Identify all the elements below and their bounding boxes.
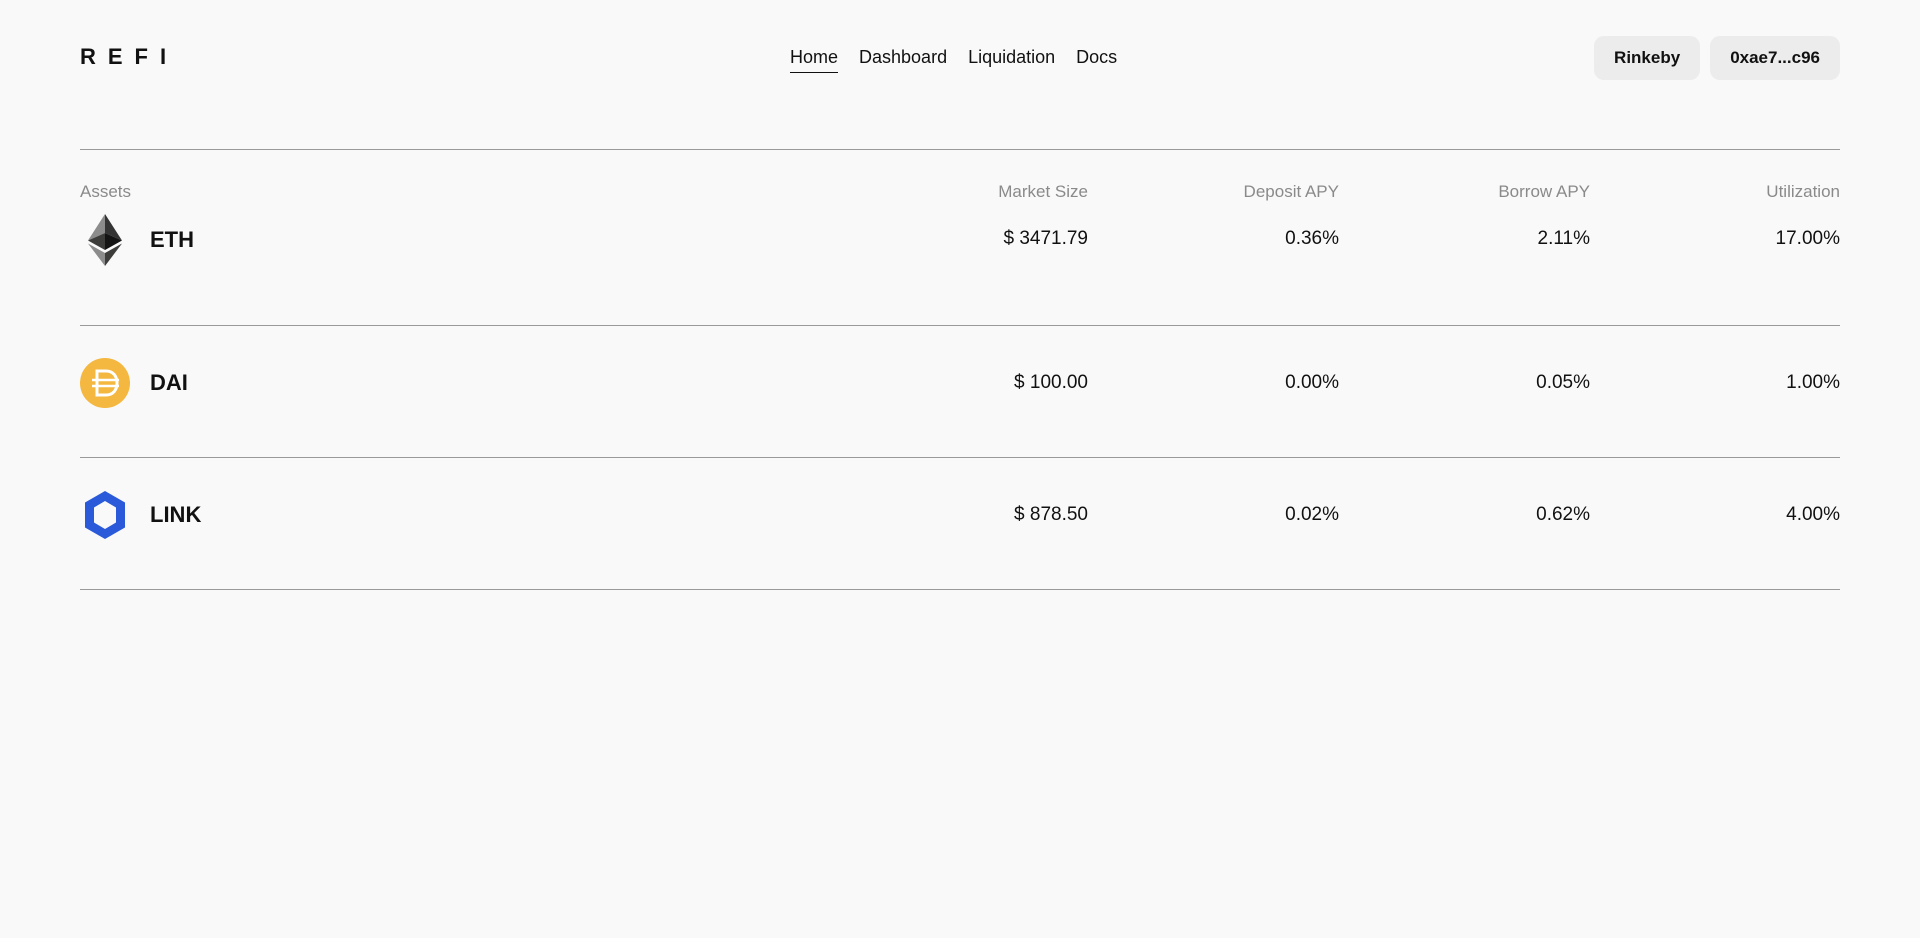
app-page: REFI Home Dashboard Liquidation Docs Rin… xyxy=(0,0,1920,938)
deposit-apy-value: 0.36% xyxy=(1285,228,1339,249)
asset-cell: ETH xyxy=(80,214,194,266)
nav-liquidation[interactable]: Liquidation xyxy=(968,46,1055,73)
market-size-value: $ 3471.79 xyxy=(1003,228,1088,249)
market-size-value: $ 878.50 xyxy=(1014,504,1088,525)
column-header-utilization: Utilization xyxy=(1766,182,1840,201)
table-header: Assets Market Size Deposit APY Borrow AP… xyxy=(80,150,1840,214)
deposit-apy-value: 0.02% xyxy=(1285,504,1339,525)
utilization-value: 17.00% xyxy=(1775,228,1840,249)
network-button[interactable]: Rinkeby xyxy=(1594,36,1701,80)
header-actions: Rinkeby 0xae7...c96 xyxy=(1594,36,1840,80)
wallet-address-button[interactable]: 0xae7...c96 xyxy=(1710,36,1840,80)
dai-icon xyxy=(80,358,130,408)
markets-table: Assets Market Size Deposit APY Borrow AP… xyxy=(80,149,1840,590)
market-size-value: $ 100.00 xyxy=(1014,372,1088,393)
link-icon xyxy=(80,490,130,540)
utilization-value: 1.00% xyxy=(1786,372,1840,393)
borrow-apy-value: 0.05% xyxy=(1536,372,1590,393)
borrow-apy-value: 0.62% xyxy=(1536,504,1590,525)
column-header-deposit-apy: Deposit APY xyxy=(1243,182,1339,201)
asset-name: DAI xyxy=(150,370,188,395)
column-header-borrow-apy: Borrow APY xyxy=(1498,182,1590,201)
eth-icon xyxy=(80,214,130,266)
table-row-link[interactable]: LINK $ 878.50 0.02% 0.62% 4.00% xyxy=(80,458,1840,590)
refi-logo[interactable]: REFI xyxy=(80,45,178,69)
borrow-apy-value: 2.11% xyxy=(1537,228,1590,249)
table-row-dai[interactable]: DAI $ 100.00 0.00% 0.05% 1.00% xyxy=(80,326,1840,458)
deposit-apy-value: 0.00% xyxy=(1285,372,1339,393)
utilization-value: 4.00% xyxy=(1786,504,1840,525)
nav-dashboard[interactable]: Dashboard xyxy=(859,46,947,73)
asset-cell: LINK xyxy=(80,490,201,540)
asset-name: ETH xyxy=(150,227,194,252)
nav-home[interactable]: Home xyxy=(790,46,839,73)
column-header-market-size: Market Size xyxy=(998,182,1088,201)
column-header-assets: Assets xyxy=(80,182,132,201)
main-nav: Home Dashboard Liquidation Docs xyxy=(790,46,1117,73)
nav-docs[interactable]: Docs xyxy=(1076,46,1117,73)
asset-name: LINK xyxy=(150,502,202,527)
asset-cell: DAI xyxy=(80,358,188,408)
table-row-eth[interactable]: ETH $ 3471.79 0.36% 2.11% 17.00% xyxy=(80,214,1840,326)
top-header: REFI Home Dashboard Liquidation Docs Rin… xyxy=(80,34,1840,80)
